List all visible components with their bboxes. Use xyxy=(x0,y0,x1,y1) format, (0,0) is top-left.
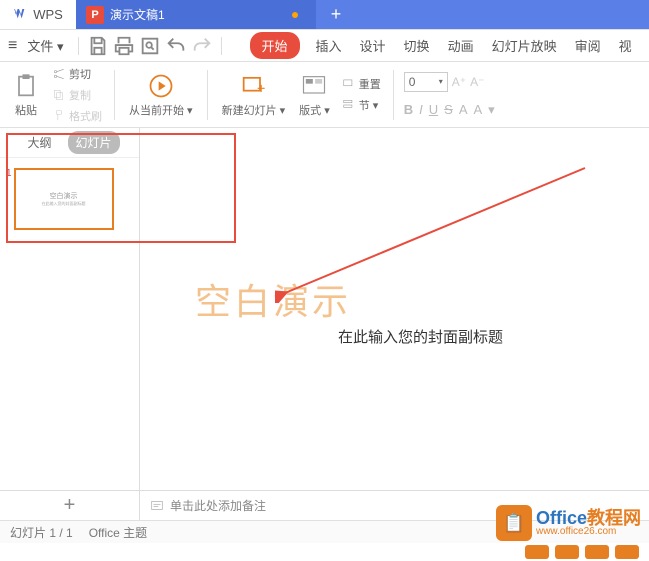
layout-button[interactable]: 版式 ▾ xyxy=(295,70,334,120)
slides-tab[interactable]: 幻灯片 xyxy=(68,131,120,154)
paste-button[interactable]: 粘贴 xyxy=(8,70,44,120)
slide-counter: 幻灯片 1 / 1 xyxy=(10,524,73,541)
ribbon-tabs: 开始 插入 设计 切换 动画 幻灯片放映 审阅 视 xyxy=(250,32,634,59)
save-icon[interactable] xyxy=(87,35,109,57)
new-slide-icon xyxy=(239,72,267,100)
notes-icon xyxy=(150,499,164,513)
tab-start[interactable]: 开始 xyxy=(250,32,300,59)
watermark-title: Office教程网 xyxy=(536,509,641,527)
add-slide-button[interactable]: + xyxy=(0,490,140,520)
wps-icon xyxy=(13,7,29,23)
italic-button[interactable]: I xyxy=(419,102,423,117)
copy-icon xyxy=(52,88,66,102)
decrease-font-button[interactable]: A⁻ xyxy=(470,75,484,89)
redo-icon[interactable] xyxy=(191,35,213,57)
section-button[interactable]: 节 ▾ xyxy=(340,96,383,114)
new-tab-button[interactable]: + xyxy=(316,0,356,29)
section-icon xyxy=(342,98,356,112)
slide-subtitle[interactable]: 在此输入您的封面副标题 xyxy=(338,326,503,347)
slide-number: 1 xyxy=(6,168,12,230)
tab-insert[interactable]: 插入 xyxy=(314,32,344,59)
tab-animation[interactable]: 动画 xyxy=(446,32,476,59)
brush-icon xyxy=(52,109,66,123)
underline-button[interactable]: U xyxy=(429,102,438,117)
reset-icon xyxy=(342,77,356,91)
theme-label: Office 主题 xyxy=(89,524,147,541)
play-icon xyxy=(147,72,175,100)
ribbon: 粘贴 剪切 复制 格式刷 从当前开始 ▾ 新建幻灯片 ▾ 版式 ▾ 重置 节 ▾… xyxy=(0,62,649,128)
app-icon-2 xyxy=(555,545,579,559)
hamburger-icon[interactable]: ≡ xyxy=(8,37,17,55)
workspace: 大纲 幻灯片 1 空白演示 在此输入您的封面副标题 空白演示 在此输入您的封面副… xyxy=(0,128,649,518)
notes-placeholder: 单击此处添加备注 xyxy=(170,497,266,514)
increase-font-button[interactable]: A⁺ xyxy=(452,75,466,89)
tab-transition[interactable]: 切换 xyxy=(402,32,432,59)
cut-button[interactable]: 剪切 xyxy=(50,65,104,83)
undo-icon[interactable] xyxy=(165,35,187,57)
title-bar: WPS P 演示文稿1 + xyxy=(0,0,649,30)
tab-review[interactable]: 审阅 xyxy=(573,32,603,59)
highlight-button[interactable]: A xyxy=(473,102,482,117)
app-icon-1 xyxy=(525,545,549,559)
app-icon-4 xyxy=(615,545,639,559)
file-menu[interactable]: 文件 ▾ xyxy=(21,34,69,57)
document-name: 演示文稿1 xyxy=(110,6,165,23)
slide-thumbnail[interactable]: 空白演示 在此输入您的封面副标题 xyxy=(14,168,114,230)
tab-slideshow[interactable]: 幻灯片放映 xyxy=(490,32,559,59)
layout-icon xyxy=(300,72,328,100)
font-color-button[interactable]: A xyxy=(459,102,468,117)
thumbnails-area: 1 空白演示 在此输入您的封面副标题 xyxy=(0,158,139,518)
presentation-icon: P xyxy=(86,6,104,24)
slide-title[interactable]: 空白演示 xyxy=(195,273,351,325)
titlebar-remainder xyxy=(356,0,649,29)
wps-logo[interactable]: WPS xyxy=(0,0,76,29)
clipboard-icon xyxy=(12,72,40,100)
copy-button[interactable]: 复制 xyxy=(50,86,104,104)
font-size-input[interactable]: 0▾ xyxy=(404,72,448,92)
bottom-icons xyxy=(0,543,649,561)
app-icon-3 xyxy=(585,545,609,559)
outline-tab[interactable]: 大纲 xyxy=(19,131,59,154)
watermark-url: www.office26.com xyxy=(536,527,641,537)
strike-button[interactable]: S xyxy=(444,102,453,117)
watermark-icon: 📋 xyxy=(496,505,532,541)
format-painter-button[interactable]: 格式刷 xyxy=(50,107,104,125)
print-preview-icon[interactable] xyxy=(139,35,161,57)
scissors-icon xyxy=(52,67,66,81)
watermark: 📋 Office教程网 www.office26.com xyxy=(496,505,641,541)
tab-design[interactable]: 设计 xyxy=(358,32,388,59)
new-slide-button[interactable]: 新建幻灯片 ▾ xyxy=(218,70,290,120)
unsaved-indicator-icon xyxy=(292,12,298,18)
from-current-button[interactable]: 从当前开始 ▾ xyxy=(125,70,197,120)
slide-panel: 大纲 幻灯片 1 空白演示 在此输入您的封面副标题 xyxy=(0,128,140,518)
app-name: WPS xyxy=(33,7,63,22)
canvas-area: 空白演示 在此输入您的封面副标题 xyxy=(140,128,649,518)
slide-canvas[interactable]: 空白演示 在此输入您的封面副标题 xyxy=(150,138,639,498)
bold-button[interactable]: B xyxy=(404,102,413,117)
menu-bar: ≡ 文件 ▾ 开始 插入 设计 切换 动画 幻灯片放映 审阅 视 xyxy=(0,30,649,62)
tab-view[interactable]: 视 xyxy=(617,32,634,59)
document-tab[interactable]: P 演示文稿1 xyxy=(76,0,316,29)
print-icon[interactable] xyxy=(113,35,135,57)
reset-button[interactable]: 重置 xyxy=(340,75,383,93)
